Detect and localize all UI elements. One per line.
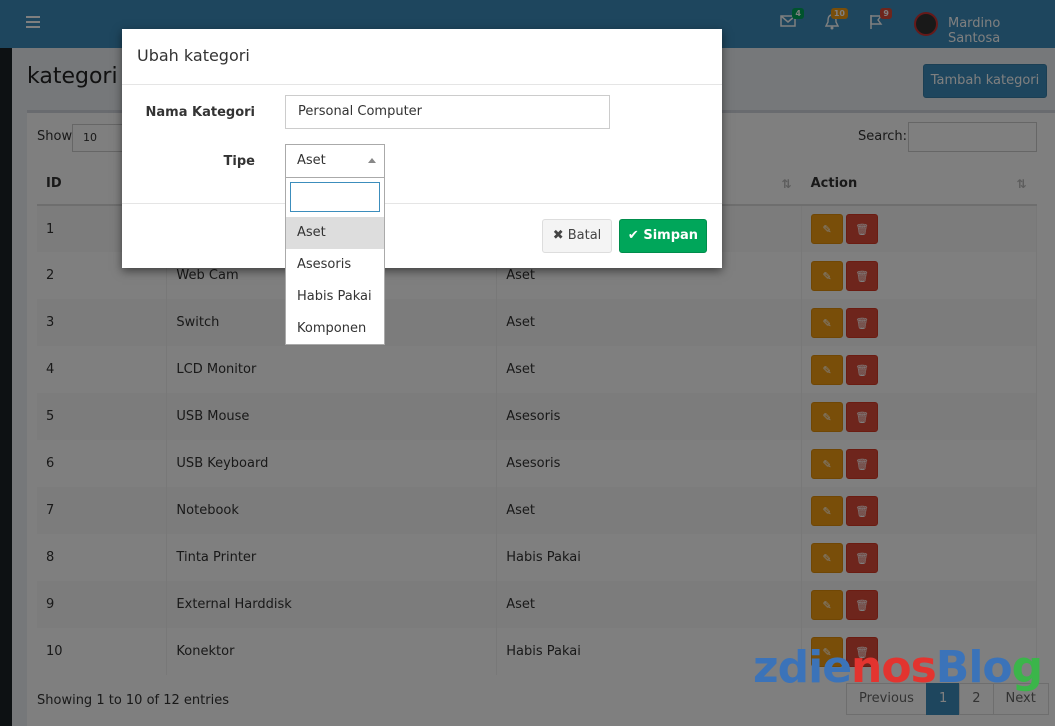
caret-up-icon [368, 158, 376, 163]
dropdown-option-komponen[interactable]: Komponen [286, 313, 384, 345]
tipe-select[interactable]: Aset [285, 144, 385, 178]
close-icon: ✖ [552, 228, 564, 243]
tipe-label: Tipe [223, 154, 255, 169]
watermark-logo: zdienosBlog [753, 642, 1043, 693]
edit-category-modal: Ubah kategori Nama Kategori Personal Com… [122, 29, 722, 268]
modal-footer-divider [122, 203, 722, 204]
check-icon: ✔ [627, 228, 639, 243]
save-button[interactable]: ✔ Simpan [619, 219, 707, 253]
dropdown-option-asesoris[interactable]: Asesoris [286, 249, 384, 281]
nama-kategori-input[interactable]: Personal Computer [285, 95, 610, 129]
dropdown-option-aset[interactable]: Aset [286, 217, 384, 249]
modal-title: Ubah kategori [122, 29, 722, 85]
tipe-dropdown: Aset Asesoris Habis Pakai Komponen [285, 177, 385, 345]
cancel-button[interactable]: ✖ Batal [542, 219, 612, 253]
nama-kategori-label: Nama Kategori [145, 105, 255, 120]
dropdown-search-input[interactable] [290, 182, 380, 212]
dropdown-option-habis-pakai[interactable]: Habis Pakai [286, 281, 384, 313]
tipe-selected-value: Aset [297, 153, 326, 168]
